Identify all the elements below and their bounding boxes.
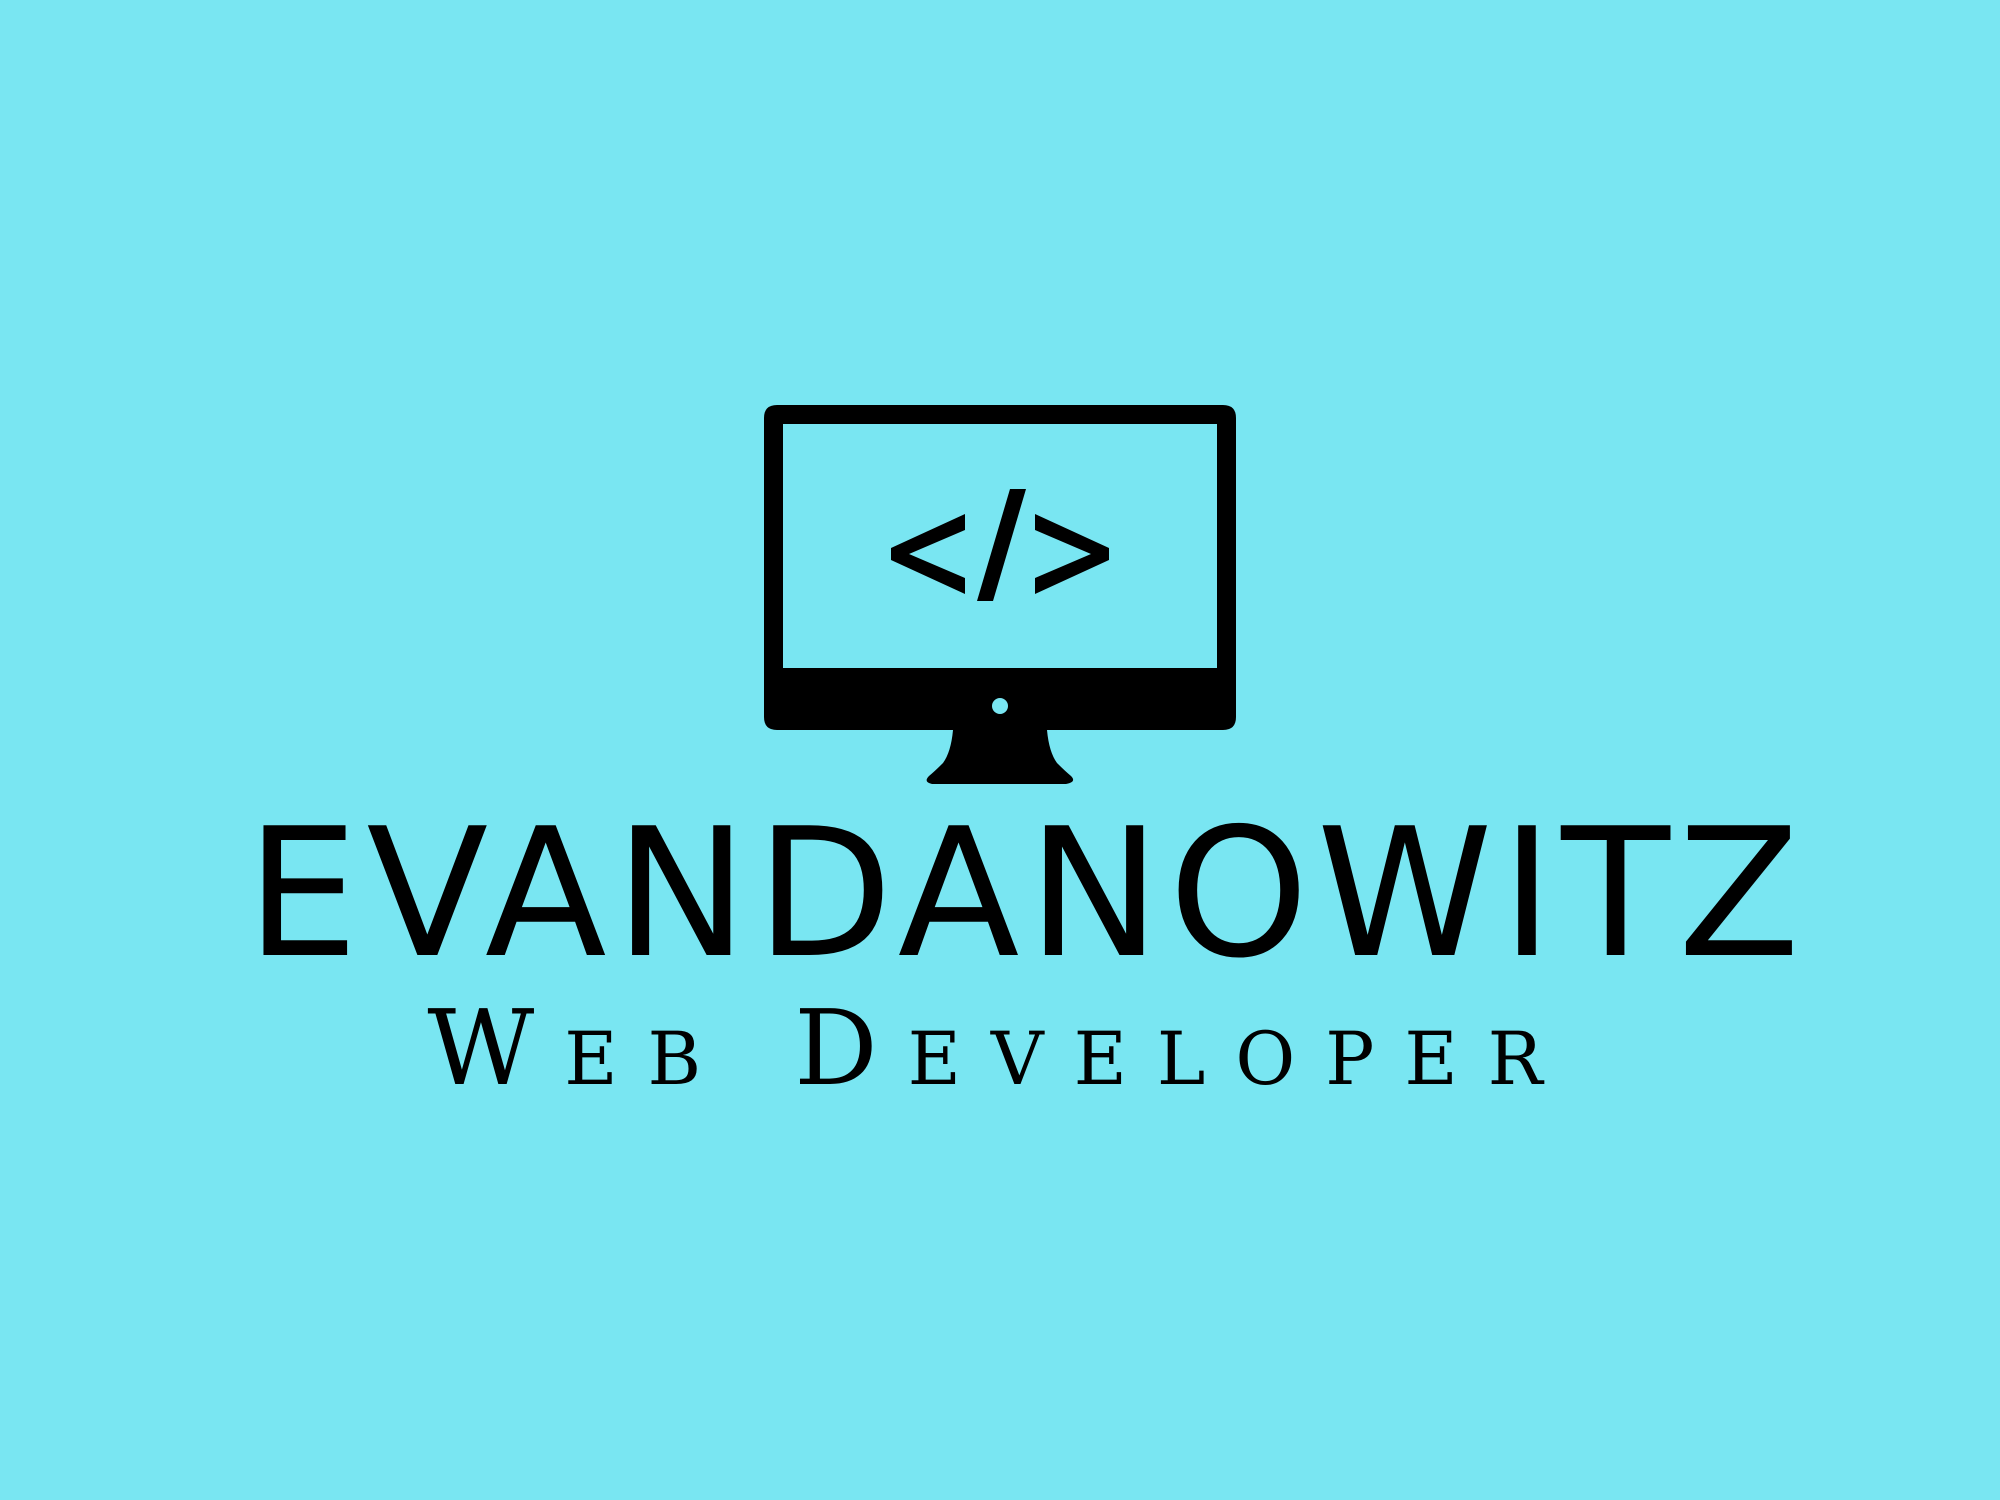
monitor-icon: [764, 405, 1236, 784]
power-indicator-icon: [992, 698, 1008, 714]
brand-tagline: Web Developer: [427, 987, 1573, 1109]
brand-name: EVANDANOWITZ: [246, 790, 1808, 997]
monitor-stand-icon: [926, 730, 1074, 784]
code-brackets-icon: [891, 489, 1109, 601]
logo-mark: [764, 405, 1236, 784]
